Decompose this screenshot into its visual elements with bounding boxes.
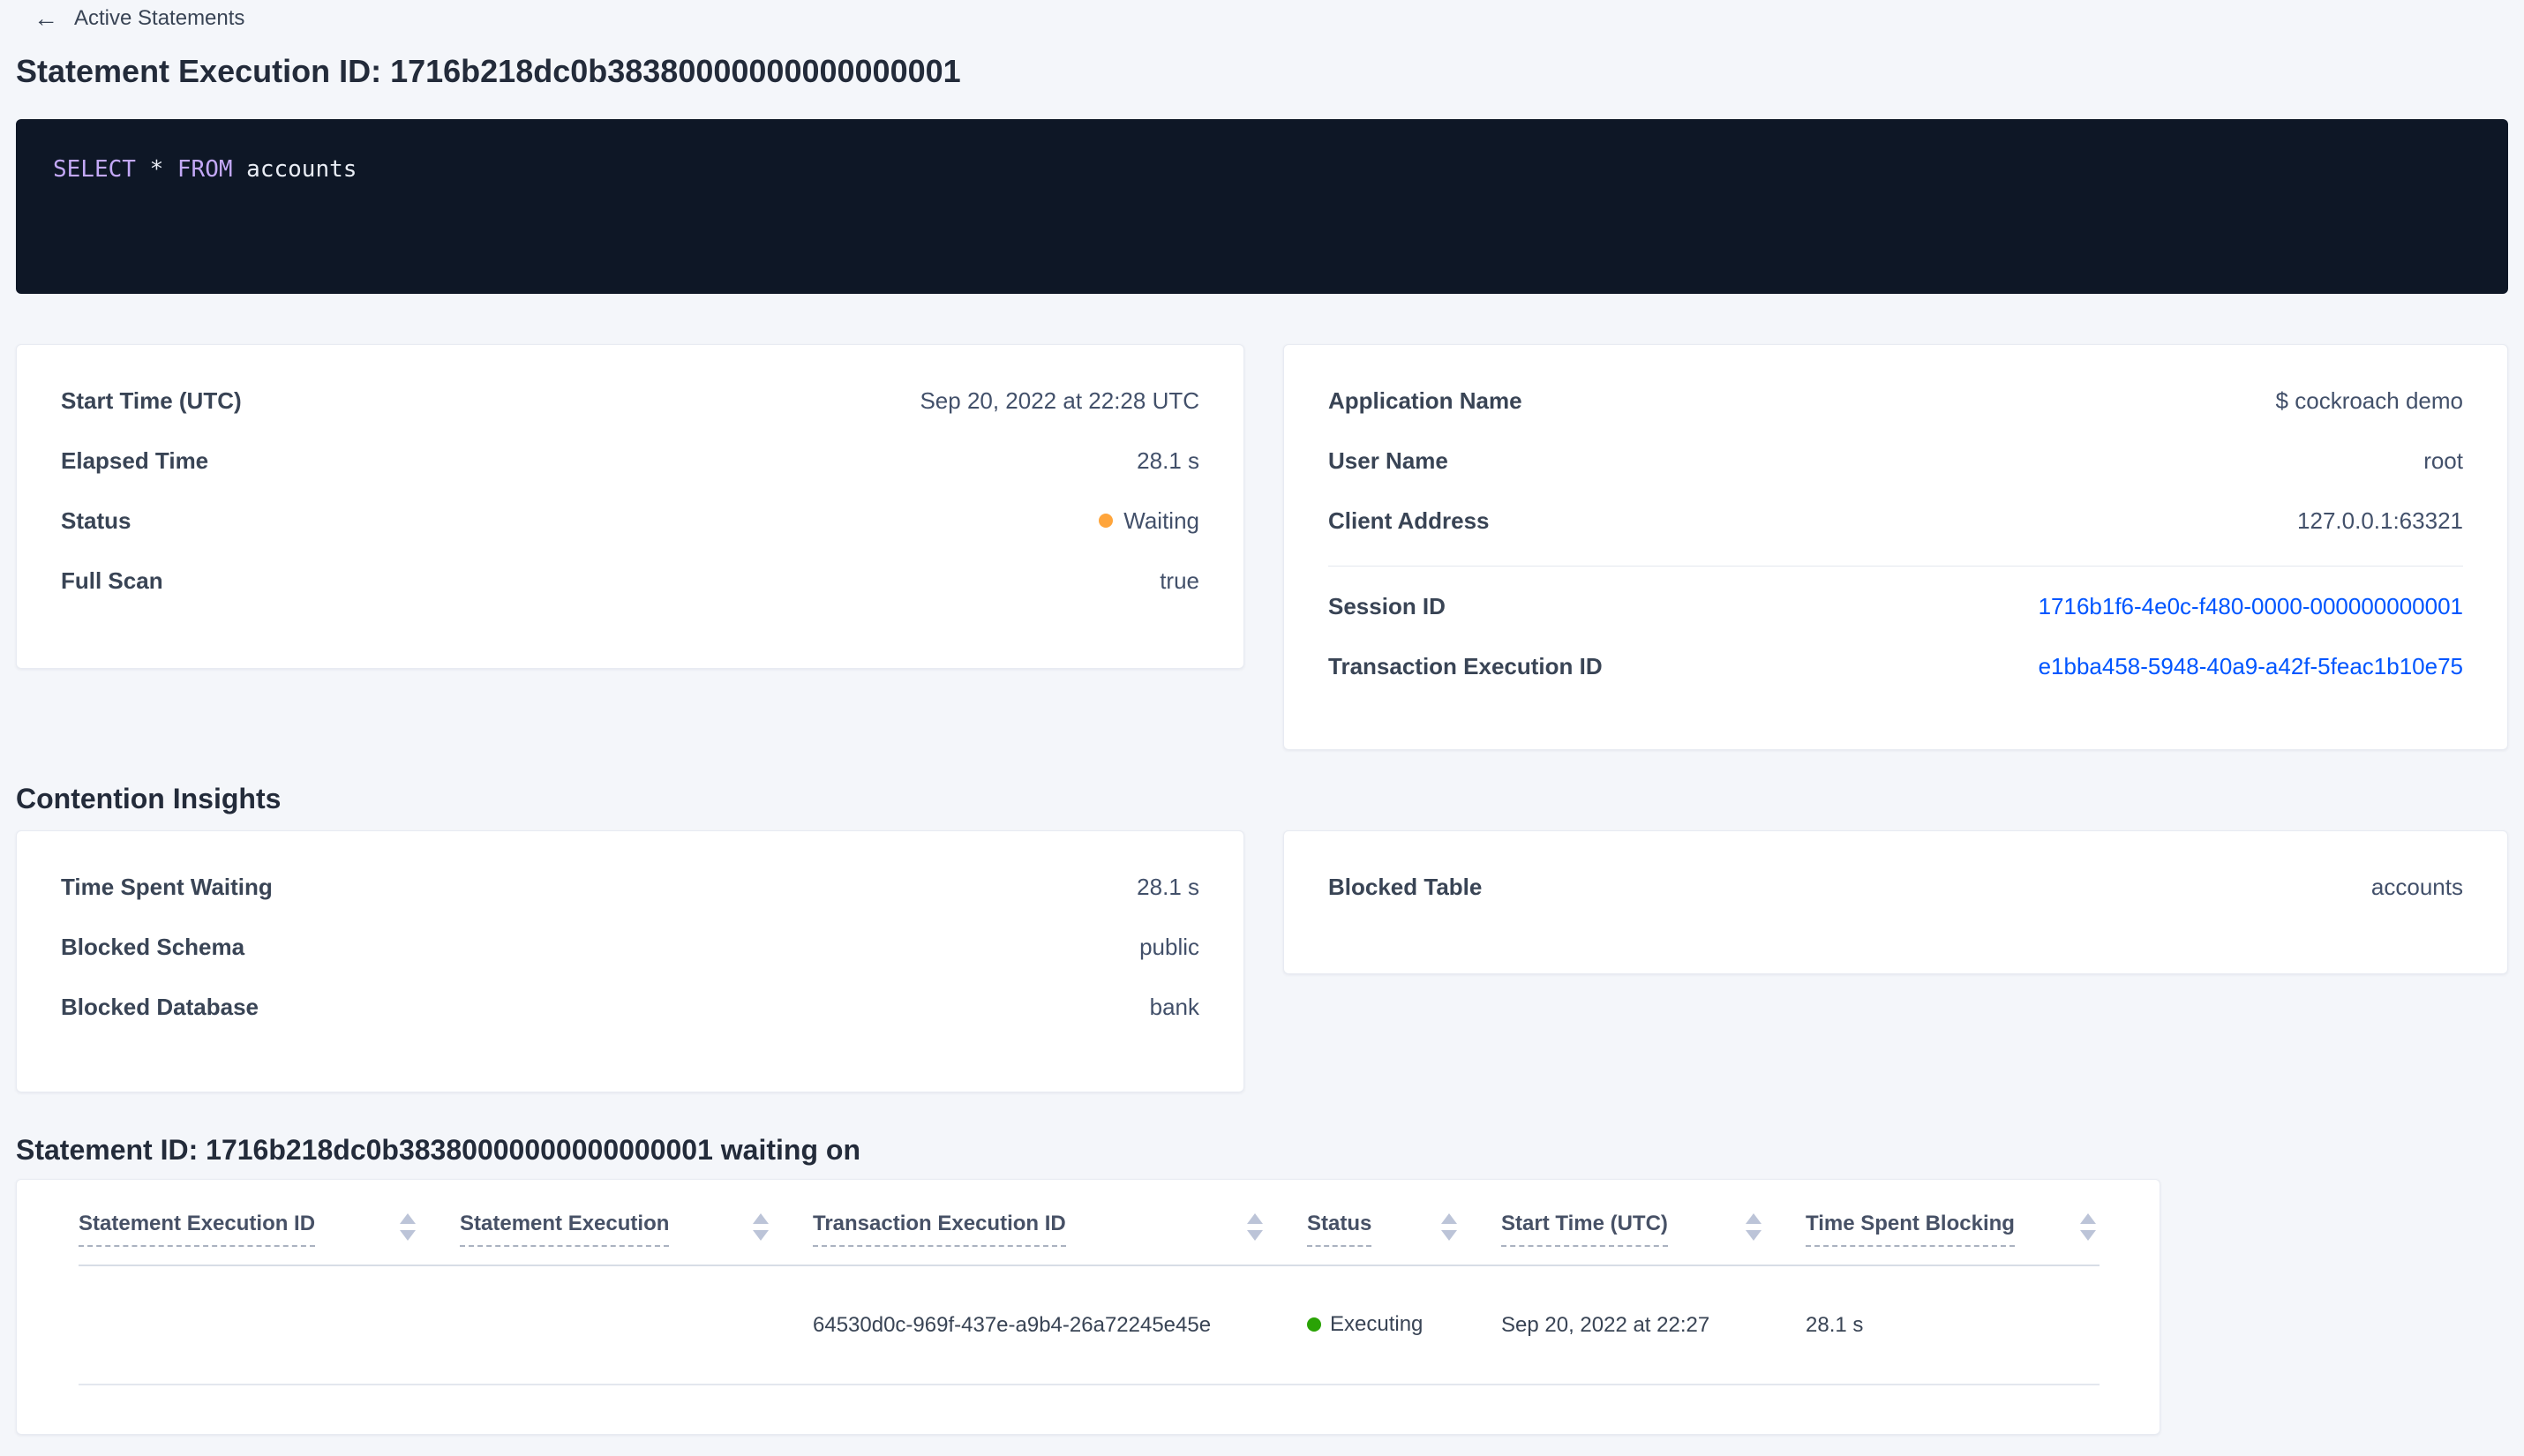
transaction-execution-id-row: Transaction Execution ID e1bba458-5948-4…: [1328, 651, 2463, 681]
sort-icon[interactable]: [1441, 1213, 1457, 1241]
full-scan-row: Full Scan true: [61, 566, 1199, 596]
back-link[interactable]: ← Active Statements: [16, 0, 244, 32]
session-card: Application Name $ cockroach demo User N…: [1283, 344, 2508, 750]
blocked-schema-row: Blocked Schema public: [61, 932, 1199, 962]
session-id-label: Session ID: [1328, 592, 1446, 619]
back-link-label: Active Statements: [74, 6, 245, 30]
sort-transaction-execution-id[interactable]: Transaction Execution ID: [813, 1212, 1307, 1247]
cell-status: Executing: [1307, 1265, 1501, 1385]
table-header-row: Statement Execution ID Statement Executi…: [79, 1180, 2100, 1266]
statement-execution-page: ← Active Statements Statement Execution …: [0, 0, 2524, 1435]
start-time-label: Start Time (UTC): [61, 387, 242, 414]
session-id-row: Session ID 1716b1f6-4e0c-f480-0000-00000…: [1328, 591, 2463, 621]
column-label: Time Spent Blocking: [1806, 1212, 2015, 1247]
sql-keyword-from: FROM: [177, 156, 233, 183]
sql-keyword-select: SELECT: [53, 156, 136, 183]
status-waiting-text: Waiting: [1123, 507, 1199, 534]
sort-time-spent-blocking[interactable]: Time Spent Blocking: [1806, 1212, 2100, 1247]
cell-statement-execution: [460, 1265, 813, 1385]
column-header-time-spent-blocking: Time Spent Blocking: [1806, 1180, 2100, 1266]
elapsed-time-label: Elapsed Time: [61, 447, 209, 474]
elapsed-time-value: 28.1 s: [1137, 447, 1199, 474]
session-card-divider: [1328, 566, 2463, 567]
page-title: Statement Execution ID: 1716b218dc0b3838…: [16, 53, 961, 89]
column-label: Transaction Execution ID: [813, 1212, 1066, 1247]
user-name-label: User Name: [1328, 447, 1448, 474]
contention-waiting-card: Time Spent Waiting 28.1 s Blocked Schema…: [16, 830, 1244, 1092]
blocked-table-card: Blocked Table accounts: [1283, 830, 2508, 974]
waiting-on-table: Statement Execution ID Statement Executi…: [79, 1180, 2100, 1385]
blocked-table-row: Blocked Table accounts: [1328, 872, 2463, 902]
contention-cards-row: Time Spent Waiting 28.1 s Blocked Schema…: [16, 830, 2508, 1092]
user-name-row: User Name root: [1328, 446, 2463, 476]
sort-statement-execution-id[interactable]: Statement Execution ID: [79, 1212, 460, 1247]
status-row: Status Waiting: [61, 506, 1199, 536]
sort-icon[interactable]: [400, 1213, 416, 1241]
status-executing-dot-icon: [1307, 1317, 1321, 1332]
transaction-execution-id-label: Transaction Execution ID: [1328, 652, 1603, 679]
column-header-start-time: Start Time (UTC): [1501, 1180, 1806, 1266]
cell-time-spent-blocking: 28.1 s: [1806, 1265, 2100, 1385]
back-arrow-icon: ←: [34, 4, 58, 32]
session-id-link[interactable]: 1716b1f6-4e0c-f480-0000-000000000001: [2039, 593, 2463, 620]
time-spent-waiting-label: Time Spent Waiting: [61, 873, 273, 900]
column-header-status: Status: [1307, 1180, 1501, 1266]
table-row: 64530d0c-969f-437e-a9b4-26a72245e45e Exe…: [79, 1265, 2100, 1385]
column-label: Start Time (UTC): [1501, 1212, 1668, 1247]
column-label: Statement Execution: [460, 1212, 670, 1247]
status-label: Status: [61, 507, 131, 534]
blocked-database-row: Blocked Database bank: [61, 992, 1199, 1022]
sql-star: *: [149, 156, 164, 183]
elapsed-time-row: Elapsed Time 28.1 s: [61, 446, 1199, 476]
time-spent-waiting-value: 28.1 s: [1137, 873, 1199, 900]
sql-statement-box: SELECT * FROM accounts: [16, 119, 2508, 294]
cell-start-time: Sep 20, 2022 at 22:27: [1501, 1265, 1806, 1385]
start-time-row: Start Time (UTC) Sep 20, 2022 at 22:28 U…: [61, 386, 1199, 416]
status-executing-text: Executing: [1330, 1312, 1424, 1336]
client-address-row: Client Address 127.0.0.1:63321: [1328, 506, 2463, 536]
contention-insights-heading: Contention Insights: [16, 783, 282, 814]
waiting-on-heading: Statement ID: 1716b218dc0b38380000000000…: [16, 1134, 860, 1166]
sort-icon[interactable]: [753, 1213, 769, 1241]
sort-status[interactable]: Status: [1307, 1212, 1501, 1247]
blocked-schema-value: public: [1139, 933, 1199, 960]
sort-start-time[interactable]: Start Time (UTC): [1501, 1212, 1806, 1247]
sort-statement-execution[interactable]: Statement Execution: [460, 1212, 813, 1247]
blocked-database-value: bank: [1149, 993, 1199, 1020]
column-label: Status: [1307, 1212, 1372, 1247]
status-waiting-dot-icon: [1099, 514, 1114, 528]
full-scan-value: true: [1160, 567, 1199, 594]
sort-icon[interactable]: [1247, 1213, 1263, 1241]
sql-table-name: accounts: [246, 156, 357, 183]
time-spent-waiting-row: Time Spent Waiting 28.1 s: [61, 872, 1199, 902]
user-name-value: root: [2423, 447, 2463, 474]
status-value: Waiting: [1099, 507, 1199, 535]
transaction-execution-id-link[interactable]: e1bba458-5948-40a9-a42f-5feac1b10e75: [2039, 653, 2463, 680]
overview-card: Start Time (UTC) Sep 20, 2022 at 22:28 U…: [16, 344, 1244, 669]
overview-cards-row: Start Time (UTC) Sep 20, 2022 at 22:28 U…: [16, 344, 2508, 750]
waiting-on-table-card: Statement Execution ID Statement Executi…: [16, 1179, 2160, 1435]
full-scan-label: Full Scan: [61, 567, 163, 594]
application-name-value: $ cockroach demo: [2275, 387, 2463, 414]
sort-icon[interactable]: [1746, 1213, 1762, 1241]
application-name-label: Application Name: [1328, 387, 1522, 414]
column-header-transaction-execution-id: Transaction Execution ID: [813, 1180, 1307, 1266]
client-address-label: Client Address: [1328, 507, 1490, 534]
column-label: Statement Execution ID: [79, 1212, 316, 1247]
blocked-table-label: Blocked Table: [1328, 873, 1483, 900]
application-name-row: Application Name $ cockroach demo: [1328, 386, 2463, 416]
cell-transaction-execution-id: 64530d0c-969f-437e-a9b4-26a72245e45e: [813, 1265, 1307, 1385]
blocked-table-value: accounts: [2370, 873, 2463, 900]
cell-statement-execution-id: [79, 1265, 460, 1385]
start-time-value: Sep 20, 2022 at 22:28 UTC: [920, 387, 1199, 414]
blocked-schema-label: Blocked Schema: [61, 933, 245, 960]
column-header-statement-execution: Statement Execution: [460, 1180, 813, 1266]
sort-icon[interactable]: [2080, 1213, 2096, 1241]
blocked-database-label: Blocked Database: [61, 993, 259, 1020]
column-header-statement-execution-id: Statement Execution ID: [79, 1180, 460, 1266]
client-address-value: 127.0.0.1:63321: [2297, 507, 2463, 534]
